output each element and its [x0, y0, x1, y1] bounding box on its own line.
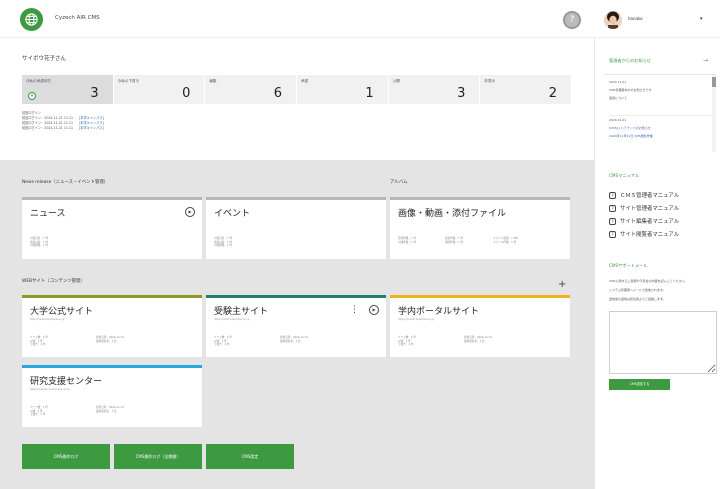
card-site-portal[interactable]: 学内ポータルサイト https://portal.example.ac.jp ペ…	[390, 295, 570, 357]
stat-value: 1	[365, 86, 374, 101]
chevron-down-icon[interactable]: ▾	[28, 92, 36, 100]
add-site-button[interactable]: +	[558, 279, 566, 290]
support-message-input[interactable]	[609, 311, 717, 374]
help-icon: ?	[609, 217, 616, 225]
send-button[interactable]: CMS送信する	[609, 379, 670, 390]
card-meta: 更新日時：2024-11-21 最終更新者：1 名	[96, 336, 125, 343]
card-meta: ページ数：1 件 公開：1 件 下書き：1 件	[30, 336, 48, 347]
card-url: https://research.example.ac.jp	[30, 388, 70, 391]
globe-icon[interactable]	[20, 8, 43, 31]
card-media[interactable]: 画像・動画・添付ファイル 登録件数：1 件 公開件数：1 件 更新件数：1 件 …	[390, 197, 570, 259]
notice-title: 管理者からのお知らせ	[609, 58, 651, 63]
web-section-title: WEBサイト（コンテンツ管理）	[22, 279, 85, 284]
chevron-down-icon[interactable]: ▾	[700, 16, 703, 22]
stat-my-drafts[interactable]: 今私の下書き 0	[112, 75, 205, 104]
card-meta: ファイル容量：1 MB ファイル件数：1 件	[493, 237, 518, 244]
stat-editing[interactable]: 編集 6	[204, 75, 297, 104]
notice-item[interactable]: 2024.11.21 [CMS]メンテナンスのお知らせ 2024年11月21日 …	[609, 115, 711, 140]
login-history: 前回ログイン 前回ログイン：2024-11-21 11:11 [本学キャンパス] …	[22, 111, 104, 131]
stat-value: 3	[457, 86, 466, 101]
card-meta: 公開日時：1 件 更新日時：1 件 公開期限：1 件	[214, 237, 233, 248]
stat-approval[interactable]: 承認 1	[296, 75, 388, 104]
card-meta: 更新日時：2024-11-21 最終更新者：1 名	[464, 336, 493, 343]
stat-value: 3	[90, 86, 99, 101]
support-title: CMSサポートメール	[609, 263, 648, 268]
stat-published[interactable]: 公開 3	[387, 75, 480, 104]
app-name: Cyzech AIR CMS	[55, 15, 100, 21]
album-section-title: アルバム	[390, 180, 408, 185]
manual-link-editor[interactable]: ? サイト編集者マニュアル	[609, 217, 679, 225]
card-url: https://portal.example.ac.jp	[398, 318, 434, 321]
card-event[interactable]: イベント 公開日時：1 件 更新日時：1 件 公開期限：1 件	[206, 197, 386, 259]
card-title: イベント	[214, 209, 251, 219]
stat-value: 6	[273, 86, 283, 101]
card-meta: 更新日時：2024-11-21 最終更新者：1 名	[280, 336, 309, 343]
scrollbar-thumb[interactable]	[712, 77, 716, 87]
stat-hidden[interactable]: 非表示 2	[479, 75, 572, 104]
more-menu-icon[interactable]: ⋮	[350, 305, 359, 315]
login-link[interactable]: [本学キャンパス]	[79, 126, 104, 130]
stat-label: 今私の下書き	[117, 79, 140, 83]
stat-label: 承認	[301, 79, 309, 83]
card-meta: 更新件数：1 件 削除件数：1 件	[445, 237, 464, 244]
stat-label: 今私の承認待ち	[26, 79, 52, 83]
card-meta: ページ数：1 件 公開：1 件 下書き：1 件	[30, 406, 48, 417]
card-meta: ページ数：1 件 公開：1 件 下書き：1 件	[398, 336, 416, 347]
manual-title: CMSマニュアル	[609, 173, 640, 178]
help-button[interactable]: ?	[563, 11, 581, 29]
card-site-research[interactable]: 研究支援センター https://research.example.ac.jp …	[22, 365, 202, 427]
play-icon[interactable]: ▶	[369, 305, 379, 315]
card-meta: 更新日時：2024-11-21 最終更新者：1 名	[96, 406, 125, 413]
panel-divider	[594, 38, 595, 489]
manual-link-viewer[interactable]: ? サイト閲覧者マニュアル	[609, 230, 679, 238]
stat-value: 2	[548, 86, 558, 101]
card-meta: ページ数：1 件 公開：1 件 下書き：1 件	[214, 336, 232, 347]
card-title: 画像・動画・添付ファイル	[398, 209, 507, 219]
operation-log-all-button[interactable]: CMS操作ログ（全期間）	[114, 444, 202, 469]
card-url: https://www.example.ac.jp	[30, 318, 65, 321]
operation-log-button[interactable]: CMS操作ログ	[22, 444, 110, 469]
news-section-title: News release（ニュース・イベント管理）	[22, 180, 109, 185]
help-icon: ?	[609, 204, 616, 212]
stat-label: 公開	[392, 79, 400, 83]
card-site-exam[interactable]: 受験主サイト ⋮ ▶ https://exam.example.ac.jp ペー…	[206, 295, 386, 357]
help-icon: ?	[609, 230, 616, 238]
help-icon: ?	[609, 191, 616, 199]
login-link[interactable]: [本学キャンパス]	[79, 121, 104, 125]
login-link[interactable]: [本学キャンパス]	[79, 116, 104, 120]
card-title: 学内ポータルサイト	[398, 307, 480, 317]
stat-pending-approval[interactable]: 今私の承認待ち ▾ 3	[22, 75, 113, 104]
cms-settings-button[interactable]: CMS設定	[206, 444, 294, 469]
login-row: 前回ログイン：2024-11-21 11:11 [本学キャンパス]	[22, 126, 104, 130]
card-url: https://exam.example.ac.jp	[214, 318, 250, 321]
status-summary: 今私の承認待ち ▾ 3 今私の下書き 0 編集 6 承認 1 公開 3 非表示 …	[22, 75, 572, 104]
app-header: Cyzech AIR CMS ? hanako ▾	[0, 0, 720, 38]
stat-label: 編集	[209, 79, 217, 83]
notice-item[interactable]: 2024.11.21 CMS管理者向けのお知らせです 運用について	[609, 78, 652, 102]
greeting: サイボウ花子さん	[22, 56, 67, 62]
manual-link-admin[interactable]: ? ＣＭＳ管理者マニュアル	[609, 191, 679, 199]
play-icon[interactable]: ▶	[185, 207, 195, 217]
support-description: CMSに関するご質問や不具合の内容を記入してください。 システム管理者へメールで…	[609, 279, 688, 301]
card-meta: 公開日時：1 件 更新日時：1 件 公開期限：1 件	[30, 237, 49, 248]
stat-value: 0	[182, 86, 191, 101]
card-title: ニュース	[30, 209, 66, 219]
card-news[interactable]: ニュース ▶ 公開日時：1 件 更新日時：1 件 公開期限：1 件	[22, 197, 202, 259]
avatar[interactable]	[604, 11, 622, 29]
card-title: 大学公式サイト	[30, 307, 94, 317]
card-site-official[interactable]: 大学公式サイト https://www.example.ac.jp ページ数：1…	[22, 295, 202, 357]
card-meta: 登録件数：1 件 公開件数：1 件	[398, 237, 417, 244]
collapse-icon[interactable]: →	[703, 57, 708, 64]
notice-list[interactable]: 2024.11.21 CMS管理者向けのお知らせです 運用について 2024.1…	[604, 74, 716, 152]
stat-label: 非表示	[484, 79, 496, 83]
card-title: 受験主サイト	[214, 307, 269, 317]
card-title: 研究支援センター	[30, 377, 103, 387]
manual-link-site-admin[interactable]: ? サイト管理者マニュアル	[609, 204, 679, 212]
user-name[interactable]: hanako	[628, 16, 643, 21]
